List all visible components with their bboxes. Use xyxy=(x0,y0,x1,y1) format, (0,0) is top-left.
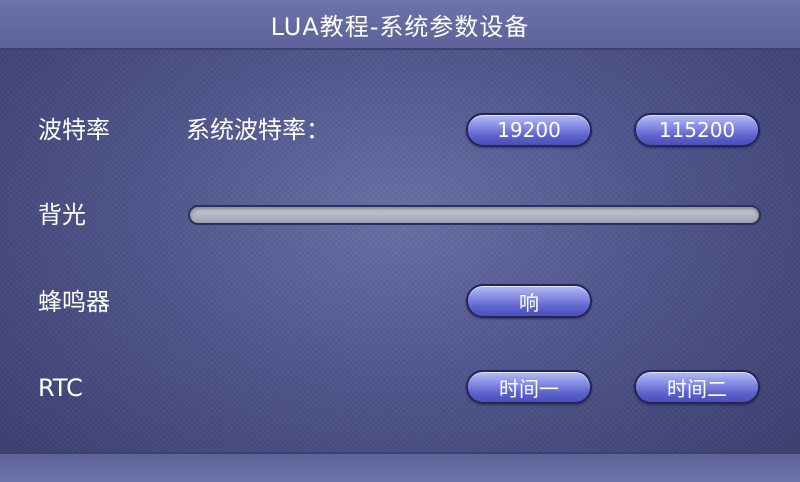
baud-19200-button[interactable]: 19200 xyxy=(466,113,592,147)
backlight-label: 背光 xyxy=(38,201,86,229)
baud-115200-button[interactable]: 115200 xyxy=(634,113,760,147)
background-texture xyxy=(0,0,800,480)
baud-rate-label: 波特率 xyxy=(38,116,110,144)
page-title: LUA教程-系统参数设备 xyxy=(270,12,530,41)
title-bar: LUA教程-系统参数设备 xyxy=(0,0,800,50)
rtc-time-two-button[interactable]: 时间二 xyxy=(634,370,760,404)
buzzer-label: 蜂鸣器 xyxy=(38,288,110,316)
buzzer-sound-button[interactable]: 响 xyxy=(466,284,592,318)
rtc-time-one-button[interactable]: 时间一 xyxy=(466,370,592,404)
rtc-label: RTC xyxy=(38,374,83,402)
bottom-bar xyxy=(0,452,800,482)
backlight-slider[interactable] xyxy=(188,205,761,225)
system-baud-rate-label: 系统波特率： xyxy=(186,116,330,144)
